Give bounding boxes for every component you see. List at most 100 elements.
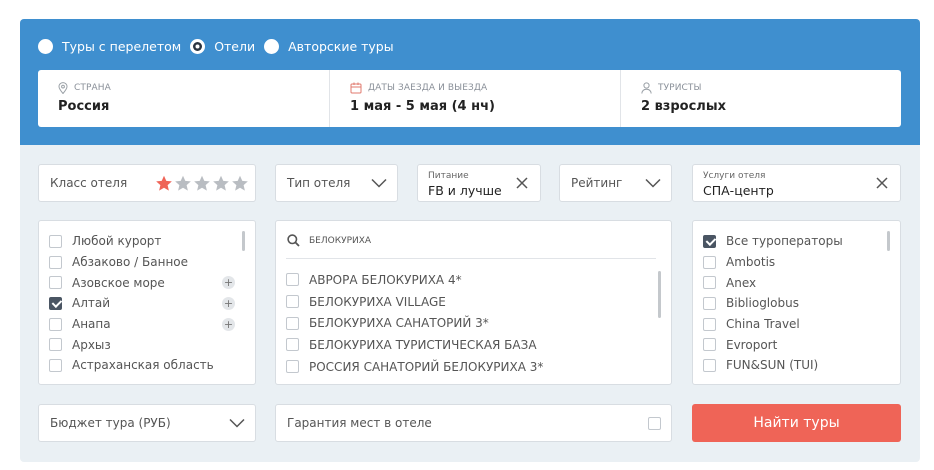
- checkbox[interactable]: [286, 338, 299, 352]
- checkbox[interactable]: [703, 255, 716, 269]
- operator-label: FUN&SUN (TUI): [726, 358, 819, 373]
- resorts-list-panel: Любой курорт Абзаково / Банное Азовское …: [38, 220, 256, 385]
- rating-dropdown[interactable]: Рейтинг: [559, 164, 672, 202]
- scrollbar[interactable]: [887, 231, 890, 251]
- country-value: Россия: [58, 99, 110, 114]
- checkbox-checked[interactable]: [49, 296, 62, 310]
- checkbox[interactable]: [703, 358, 716, 372]
- tourists-label: ТУРИСТЫ: [658, 83, 702, 93]
- star-icon[interactable]: [231, 175, 249, 192]
- star-icon[interactable]: [193, 175, 211, 192]
- radio-label: Авторские туры: [288, 38, 394, 54]
- radio-label: Отели: [214, 38, 256, 54]
- list-item[interactable]: Азовское море +: [49, 272, 243, 293]
- resort-label: Алтай: [72, 296, 111, 311]
- chevron-down-icon: [645, 178, 661, 188]
- find-tours-button[interactable]: Найти туры: [692, 404, 901, 442]
- star-rating: [155, 175, 249, 192]
- clear-meal-icon[interactable]: [516, 177, 528, 189]
- country-label: СТРАНА: [74, 83, 111, 93]
- list-item[interactable]: Evroport: [703, 334, 888, 355]
- hotel-type-dropdown[interactable]: Тип отеля: [275, 164, 398, 202]
- list-item[interactable]: Любой курорт: [49, 231, 243, 252]
- location-pin-icon: [58, 82, 68, 94]
- budget-dropdown[interactable]: Бюджет тура (РУБ): [38, 404, 256, 442]
- clear-services-icon[interactable]: [876, 177, 888, 189]
- hotel-services-filter[interactable]: Услуги отеля СПА-центр: [692, 164, 901, 202]
- list-item[interactable]: БЕЛОКУРИХА VILLAGE: [286, 291, 659, 313]
- country-field[interactable]: СТРАНА Россия: [38, 70, 329, 127]
- hotel-search-panel: белокуриха АВРОРА БЕЛОКУРИХА 4* БЕЛОКУРИ…: [275, 220, 672, 385]
- list-item[interactable]: Все туроператоры: [703, 231, 888, 252]
- checkbox[interactable]: [286, 360, 299, 374]
- list-item[interactable]: Архыз: [49, 334, 243, 355]
- budget-label: Бюджет тура (РУБ): [50, 416, 171, 430]
- list-item[interactable]: Biblioglobus: [703, 293, 888, 314]
- guarantee-checkbox-field[interactable]: Гарантия мест в отеле: [275, 404, 672, 442]
- checkbox[interactable]: [286, 295, 299, 309]
- services-value: СПА-центр: [703, 183, 774, 198]
- services-small-label: Услуги отеля: [703, 171, 766, 181]
- hotel-class-filter[interactable]: Класс отеля: [38, 164, 256, 202]
- checkbox[interactable]: [286, 316, 299, 330]
- checkbox[interactable]: [49, 234, 62, 248]
- operators-list-panel: Все туроператоры Ambotis Anex Biblioglob…: [692, 220, 901, 385]
- star-icon[interactable]: [212, 175, 230, 192]
- meal-filter[interactable]: Питание FB и лучше: [417, 164, 541, 202]
- checkbox[interactable]: [49, 338, 62, 352]
- tourists-value: 2 взрослых: [641, 99, 726, 114]
- checkbox[interactable]: [703, 338, 716, 352]
- resort-label: Астраханская область: [72, 358, 214, 373]
- list-item[interactable]: Ambotis: [703, 252, 888, 273]
- meal-small-label: Питание: [428, 171, 469, 181]
- checkbox[interactable]: [703, 276, 716, 290]
- main-search-bar: СТРАНА Россия ДАТЫ ЗАЕЗДА И ВЫЕЗДА 1 мая…: [38, 70, 901, 127]
- person-icon: [641, 82, 652, 94]
- checkbox[interactable]: [49, 255, 62, 269]
- expand-plus-icon[interactable]: +: [222, 297, 235, 311]
- checkbox[interactable]: [286, 273, 299, 287]
- list-item[interactable]: Абзаково / Банное: [49, 252, 243, 273]
- guarantee-checkbox[interactable]: [648, 417, 661, 430]
- star-icon-active[interactable]: [155, 175, 173, 192]
- calendar-icon: [350, 82, 362, 94]
- list-item[interactable]: РОССИЯ САНАТОРИЙ БЕЛОКУРИХА 3*: [286, 356, 659, 378]
- list-item[interactable]: China Travel: [703, 314, 888, 335]
- checkbox[interactable]: [49, 276, 62, 290]
- operator-label: China Travel: [726, 317, 800, 332]
- operator-label: Ambotis: [726, 255, 776, 270]
- scrollbar[interactable]: [658, 271, 661, 318]
- expand-plus-icon[interactable]: +: [222, 317, 235, 331]
- radio-dot: [264, 38, 280, 54]
- radio-author-tours[interactable]: Авторские туры: [264, 38, 394, 54]
- list-item[interactable]: Анапа +: [49, 314, 243, 335]
- radio-label: Туры с перелетом: [62, 38, 182, 54]
- list-item[interactable]: АВРОРА БЕЛОКУРИХА 4*: [286, 269, 659, 291]
- checkbox[interactable]: [49, 317, 62, 331]
- checkbox[interactable]: [703, 317, 716, 331]
- checkbox[interactable]: [703, 296, 716, 310]
- operator-label: Biblioglobus: [726, 296, 799, 311]
- radio-hotels[interactable]: Отели: [190, 38, 256, 54]
- tourists-field[interactable]: ТУРИСТЫ 2 взрослых: [620, 70, 901, 127]
- radio-tours-with-flight[interactable]: Туры с перелетом: [38, 38, 182, 54]
- list-item[interactable]: Астраханская область: [49, 355, 243, 376]
- list-item[interactable]: Anex: [703, 272, 888, 293]
- list-item[interactable]: FUN&SUN (TUI): [703, 355, 888, 376]
- expand-plus-icon[interactable]: +: [222, 276, 235, 290]
- dates-field[interactable]: ДАТЫ ЗАЕЗДА И ВЫЕЗДА 1 мая - 5 мая (4 нч…: [329, 70, 620, 127]
- resort-label: Абзаково / Банное: [72, 255, 189, 270]
- star-icon[interactable]: [174, 175, 192, 192]
- hotel-label: АВРОРА БЕЛОКУРИХА 4*: [309, 272, 462, 287]
- list-item[interactable]: Алтай +: [49, 293, 243, 314]
- scrollbar[interactable]: [242, 231, 245, 251]
- rating-label: Рейтинг: [571, 176, 623, 190]
- operator-label: Все туроператоры: [726, 234, 843, 249]
- search-divider: [286, 258, 656, 259]
- hotel-search-input[interactable]: белокуриха: [309, 236, 371, 246]
- list-item[interactable]: БЕЛОКУРИХА ТУРИСТИЧЕСКАЯ БАЗА: [286, 334, 659, 356]
- checkbox[interactable]: [49, 358, 62, 372]
- list-item[interactable]: БЕЛОКУРИХА САНАТОРИЙ 3*: [286, 312, 659, 334]
- checkbox-checked[interactable]: [703, 234, 716, 248]
- chevron-down-icon: [229, 418, 245, 428]
